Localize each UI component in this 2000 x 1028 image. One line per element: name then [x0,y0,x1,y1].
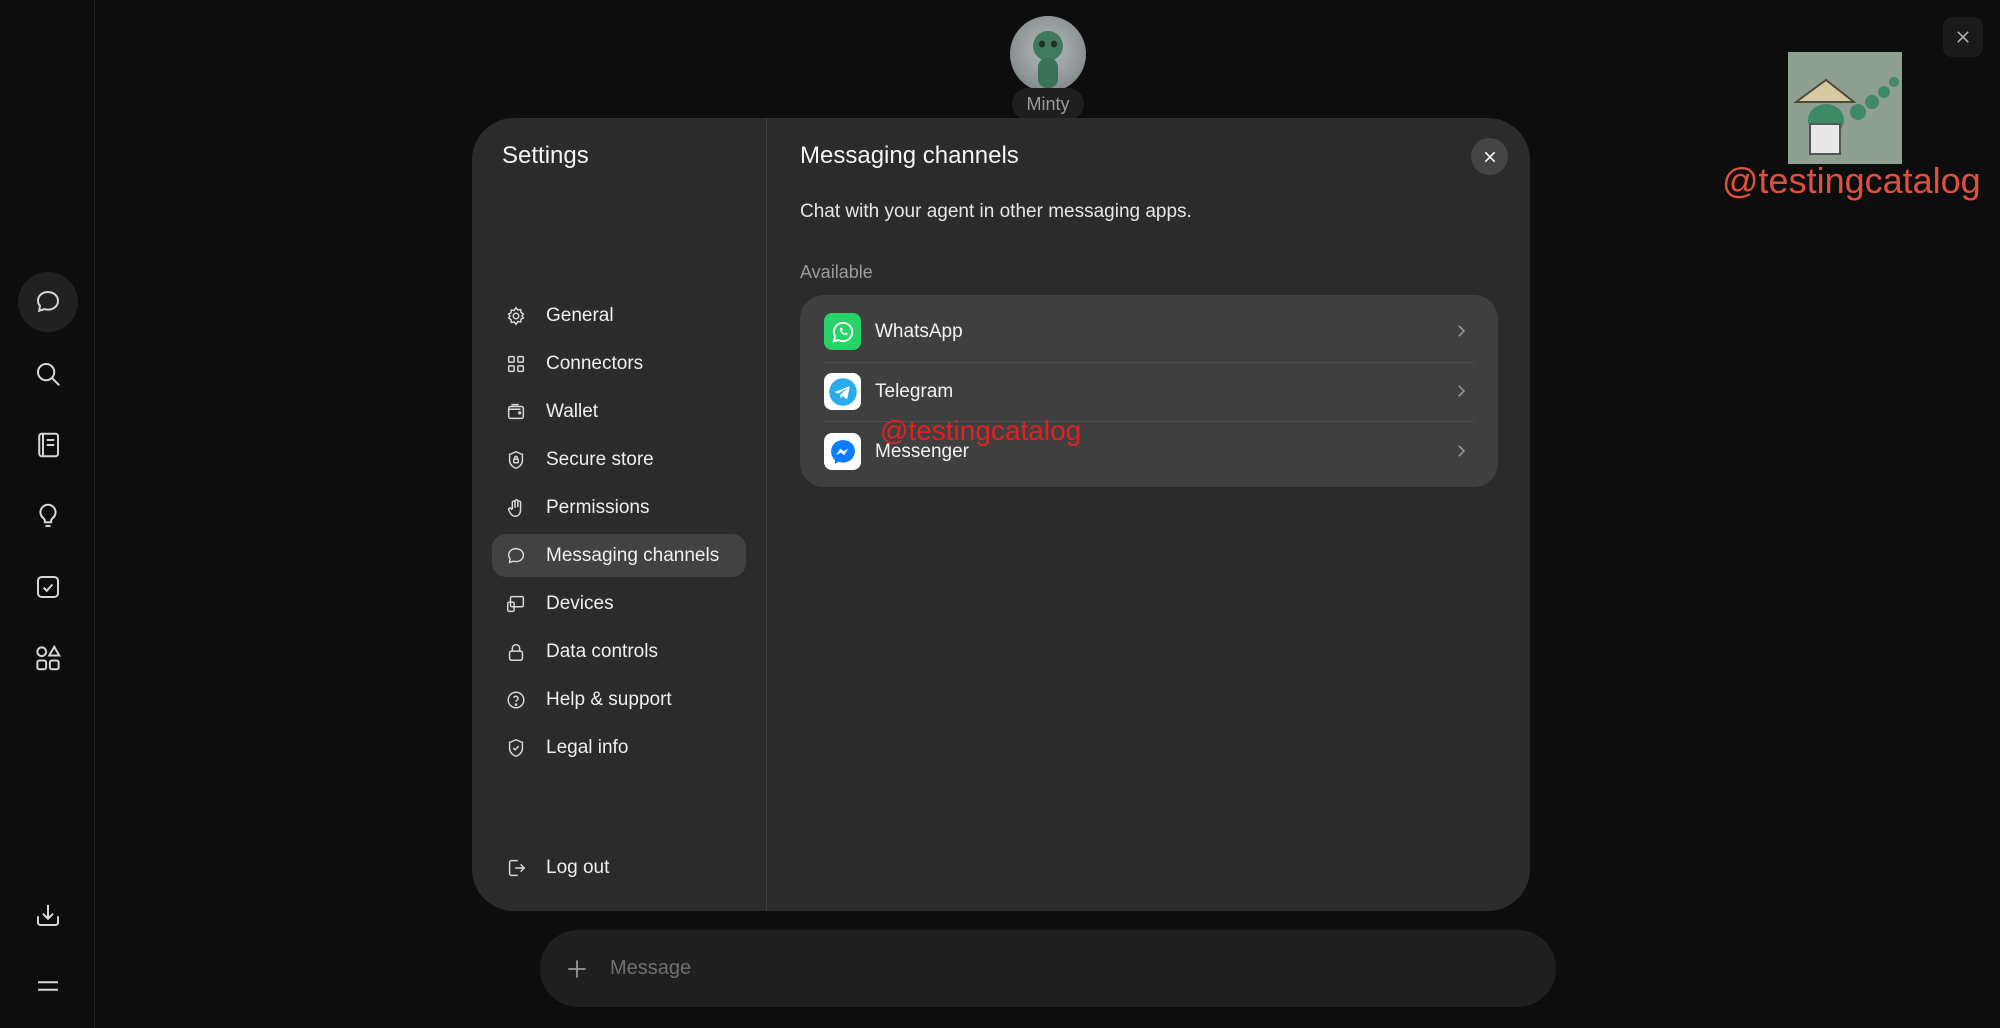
watermark-logo [1788,52,1902,164]
nav-label: Messaging channels [546,544,720,566]
shield-check-icon [508,738,524,757]
mascot-icon [1788,52,1902,164]
nav-label: Permissions [546,496,650,518]
checkbox-icon [37,576,59,598]
chevron-right-icon [1458,445,1466,457]
search-rail-button[interactable] [18,344,78,404]
ideas-rail-button[interactable] [18,486,78,546]
channel-row-telegram[interactable]: Telegram [800,362,1498,421]
settings-dialog: Settings General Connectors Wallet Secur… [472,118,1530,911]
question-icon [507,690,525,709]
nav-label: Help & support [546,688,672,710]
chat-bubble-icon [36,290,60,313]
nav-label: Legal info [546,736,629,758]
plus-icon[interactable] [564,956,590,982]
message-input[interactable]: Message [610,957,691,980]
settings-sidebar: Settings General Connectors Wallet Secur… [472,118,767,911]
search-icon [37,363,60,386]
nav-item-devices[interactable]: Devices [492,582,746,625]
channels-list: WhatsApp Telegram Messenger [800,295,1498,487]
nav-label: Data controls [546,640,658,662]
nav-item-secure-store[interactable]: Secure store [492,438,746,481]
gear-icon [507,306,525,325]
settings-title: Settings [502,142,589,169]
agent-avatar[interactable] [1010,16,1086,92]
nav-item-connectors[interactable]: Connectors [492,342,746,385]
agent-name-label: Minty [1012,88,1084,120]
shield-lock-icon [508,450,524,469]
download-rail-button[interactable] [18,885,78,945]
left-rail [0,0,95,1028]
devices-icon [507,595,525,612]
apps-rail-button[interactable] [18,628,78,688]
menu-icon [38,981,58,991]
close-icon [1957,31,1969,43]
lock-icon [508,643,524,661]
tasks-rail-button[interactable] [18,557,78,617]
nav-label: Secure store [546,448,654,470]
chevron-right-icon [1458,325,1466,337]
grid-icon [507,355,525,372]
logout-button[interactable]: Log out [492,846,746,889]
chat-bubble-icon [507,547,525,563]
hand-icon [507,498,522,517]
notebook-icon [38,432,59,458]
channel-name: WhatsApp [875,320,963,342]
lightbulb-icon [39,503,57,527]
download-icon [37,905,59,926]
window-close-button[interactable] [1943,17,1983,57]
message-composer: Message [540,930,1556,1007]
nav-label: Connectors [546,352,644,374]
telegram-icon [824,373,861,410]
channel-row-whatsapp[interactable]: WhatsApp [800,302,1498,361]
wallet-icon [507,403,525,419]
nav-item-data-controls[interactable]: Data controls [492,630,746,673]
messenger-icon [824,433,861,470]
close-icon [1484,151,1495,162]
channel-name: Telegram [875,380,954,402]
menu-rail-button[interactable] [18,956,78,1016]
nav-label: General [546,304,614,326]
shapes-icon [36,644,61,671]
nav-label: Wallet [546,400,599,422]
nav-item-permissions[interactable]: Permissions [492,486,746,529]
panel-subtitle: Chat with your agent in other messaging … [800,201,1192,222]
nav-item-messaging-channels[interactable]: Messaging channels [492,534,746,577]
watermark-overlay-text: @testingcatalog [880,415,1082,446]
logout-label: Log out [546,856,610,878]
dialog-close-button[interactable] [1471,138,1508,175]
mascot-icon [1033,31,1063,88]
panel-title: Messaging channels [800,142,1019,169]
nav-item-help-support[interactable]: Help & support [492,678,746,721]
nav-item-legal-info[interactable]: Legal info [492,726,746,769]
watermark-text: @testingcatalog [1722,160,1981,201]
section-label-available: Available [800,262,873,282]
chevron-right-icon [1458,385,1466,397]
whatsapp-icon [824,313,861,350]
chat-rail-button[interactable] [18,272,78,332]
nav-item-wallet[interactable]: Wallet [492,390,746,433]
nav-item-general[interactable]: General [492,294,746,337]
logout-icon [508,859,526,876]
notebook-rail-button[interactable] [18,415,78,475]
nav-label: Devices [546,592,614,614]
